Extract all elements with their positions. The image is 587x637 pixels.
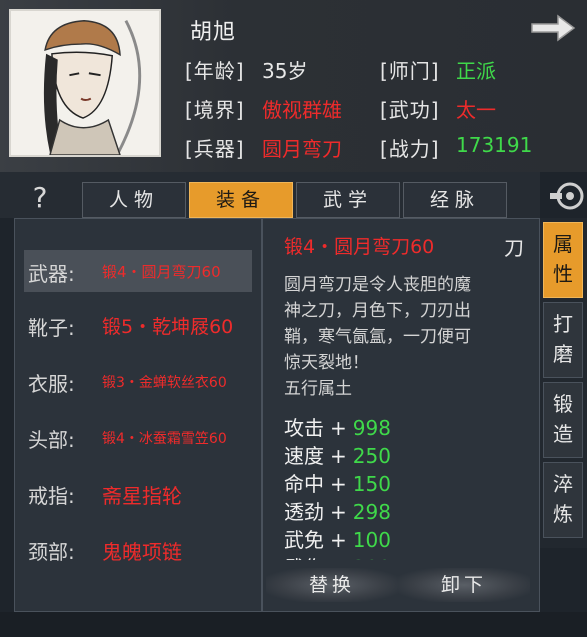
slot-item: 锻4・圆月弯刀60 xyxy=(102,263,221,281)
replace-button[interactable]: 替换 xyxy=(266,568,398,602)
question-icon: ? xyxy=(32,181,48,214)
side-tab-forge[interactable]: 锻造 xyxy=(543,382,583,458)
item-description: 圆月弯刀是令人丧胆的魔 神之刀，月色下，刀刃出 鞘，寒气氤氲，一刀便可 惊天裂地… xyxy=(284,272,529,402)
slot-weapon[interactable]: 武器: 锻4・圆月弯刀60 xyxy=(24,250,252,292)
stat-row: 透劲 +298 xyxy=(284,498,524,526)
stat-name: 武伤 xyxy=(284,556,324,560)
character-name: 胡旭 xyxy=(190,20,237,45)
item-title: 锻4・圆月弯刀60 xyxy=(284,236,435,258)
stat-row: 武免 +100 xyxy=(284,526,524,554)
stat-value: 250 xyxy=(352,444,391,468)
slot-boots[interactable]: 靴子: 锻5・乾坤屐60 xyxy=(24,304,252,346)
tab-character[interactable]: 人物 xyxy=(82,182,186,218)
item-stats: 攻击+998 速度+250 命中+150 透劲+298 武免+100 武伤+30… xyxy=(284,414,524,560)
stat-plus: + xyxy=(330,528,347,552)
power-label: [战力] xyxy=(380,137,440,161)
stat-name: 攻击 xyxy=(284,416,324,440)
description-line: 圆月弯刀是令人丧胆的魔 xyxy=(284,275,471,295)
side-tab-label: 淬炼 xyxy=(553,472,573,526)
martial-value: 太一 xyxy=(456,98,496,122)
age-value: 35岁 xyxy=(262,59,308,83)
stat-value: 300 xyxy=(353,556,391,560)
side-tab-label: 锻造 xyxy=(553,392,573,446)
stat-value: 998 xyxy=(352,416,391,440)
realm-label: [境界] xyxy=(185,98,245,122)
stat-row: 武伤 +300 xyxy=(284,554,524,560)
help-button[interactable]: ? xyxy=(22,180,58,216)
stat-plus: + xyxy=(330,416,347,440)
stat-value: 100 xyxy=(352,528,391,552)
side-tab-polish[interactable]: 打磨 xyxy=(543,302,583,378)
slot-clothes[interactable]: 衣服: 锻3・金蝉软丝衣60 xyxy=(24,360,252,402)
unequip-button[interactable]: 卸下 xyxy=(398,568,530,602)
settings-button[interactable] xyxy=(548,178,584,216)
description-line: 神之刀，月色下，刀刃出 xyxy=(284,301,471,321)
stat-name: 透劲 xyxy=(284,500,324,524)
slot-item: 锻3・金蝉软丝衣60 xyxy=(102,375,227,391)
slot-label: 衣服: xyxy=(28,372,75,396)
stat-plus: + xyxy=(330,500,347,524)
stat-row: 命中 +150 xyxy=(284,470,524,498)
tab-martial-arts[interactable]: 武学 xyxy=(296,182,400,218)
sect-label: [师门] xyxy=(380,59,440,83)
slot-head[interactable]: 头部: 锻4・冰蚕霜雪笠60 xyxy=(24,416,252,458)
stat-plus: + xyxy=(330,472,347,496)
bottom-strip xyxy=(0,612,587,637)
slot-ring[interactable]: 戒指: 斋星指轮 xyxy=(24,472,252,514)
side-tab-label: 打磨 xyxy=(553,312,573,366)
character-portrait xyxy=(9,9,161,157)
side-tab-temper[interactable]: 淬炼 xyxy=(543,462,583,538)
slot-label: 武器: xyxy=(28,262,75,286)
realm-value: 傲视群雄 xyxy=(262,98,342,122)
item-type: 刀 xyxy=(504,236,524,260)
stat-name: 速度 xyxy=(284,444,324,468)
slot-label: 靴子: xyxy=(28,316,75,340)
slot-item: 斋星指轮 xyxy=(102,484,182,508)
age-label: [年龄] xyxy=(185,59,245,83)
weapon-value: 圆月弯刀 xyxy=(262,137,342,161)
description-line: 鞘，寒气氤氲，一刀便可 xyxy=(284,327,471,347)
side-tab-label: 属性 xyxy=(553,232,573,286)
stat-name: 命中 xyxy=(284,472,324,496)
stat-row: 攻击 +998 xyxy=(284,414,524,442)
stat-row: 速度 +250 xyxy=(284,442,524,470)
tab-meridians[interactable]: 经脉 xyxy=(403,182,507,218)
description-line: 五行属土 xyxy=(284,379,352,399)
stat-plus: + xyxy=(330,556,347,560)
slot-item: 锻5・乾坤屐60 xyxy=(102,316,234,338)
back-button[interactable] xyxy=(528,12,578,44)
stat-name: 武免 xyxy=(284,528,324,552)
sect-value: 正派 xyxy=(456,59,496,83)
tab-equipment[interactable]: 装备 xyxy=(189,182,293,218)
side-tab-attributes[interactable]: 属性 xyxy=(543,222,583,298)
slot-item: 鬼魄项链 xyxy=(102,540,182,564)
description-line: 惊天裂地！ xyxy=(284,353,369,373)
stat-plus: + xyxy=(330,444,347,468)
slot-necklace[interactable]: 颈部: 鬼魄项链 xyxy=(24,528,252,570)
slot-label: 头部: xyxy=(28,428,75,452)
slot-label: 戒指: xyxy=(28,484,75,508)
stat-value: 298 xyxy=(352,500,391,524)
power-value: 173191 xyxy=(456,133,533,157)
martial-label: [武功] xyxy=(380,98,440,122)
arrow-right-icon xyxy=(531,14,576,42)
stat-value: 150 xyxy=(352,472,391,496)
portrait-icon xyxy=(11,11,159,155)
slot-item: 锻4・冰蚕霜雪笠60 xyxy=(102,431,227,447)
weapon-label: [兵器] xyxy=(185,137,245,161)
gear-icon xyxy=(550,182,584,210)
slot-label: 颈部: xyxy=(28,540,75,564)
